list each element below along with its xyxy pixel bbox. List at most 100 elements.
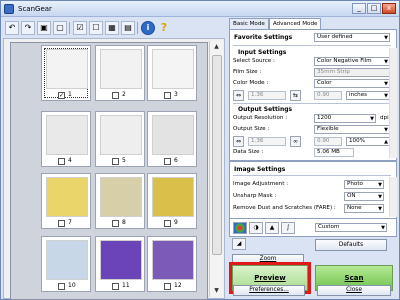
settings-scrollbar[interactable] <box>389 48 397 158</box>
favorite-settings-select[interactable]: User defined ▼ <box>314 33 390 42</box>
remove-dust-label: Remove Dust and Scratches (FARE) : <box>233 205 336 211</box>
thumbnail-frame[interactable]: 4 <box>41 111 91 167</box>
thumbnail-image <box>100 240 142 280</box>
thumbnail-frame[interactable]: 7 <box>41 173 91 229</box>
tone-curve-icon[interactable]: ∫ <box>281 222 295 234</box>
image-settings-scrollbar[interactable] <box>389 177 397 217</box>
scroll-down-arrow-icon[interactable]: ▼ <box>210 285 223 297</box>
frame-checkbox[interactable] <box>112 283 119 290</box>
frame-checkbox[interactable]: ✓ <box>58 92 65 99</box>
thumbnail-image <box>100 177 142 217</box>
scroll-up-arrow-icon[interactable]: ▲ <box>210 41 223 53</box>
thumbnail-frame[interactable]: 12 <box>147 236 197 292</box>
maximize-button[interactable]: □ <box>367 3 381 14</box>
select-all-frames-icon[interactable]: ☑ <box>73 20 87 35</box>
help-icon[interactable]: ? <box>157 21 171 35</box>
select-source-select[interactable]: Color Negative Film ▼ <box>314 57 390 66</box>
brightness-contrast-icon[interactable]: ◑ <box>249 222 263 234</box>
defaults-button[interactable]: Defaults <box>315 239 387 251</box>
thumbnail-pane: ✓ 1 2 3 4 5 6 7 8 9 10 11 12 ▲ ▼ <box>3 38 225 300</box>
auto-crop-icon[interactable]: ▣ <box>37 20 51 35</box>
thumbnail-view-icon[interactable]: ▤ <box>121 20 135 35</box>
crop-arrows-icon: ⇔ <box>233 90 244 101</box>
frame-number: 3 <box>174 91 178 98</box>
select-frame-icon[interactable]: ▦ <box>105 20 119 35</box>
thumbnail-frame[interactable]: 8 <box>95 173 145 229</box>
film-size-label: Film Size : <box>233 69 262 75</box>
thumbnail-frame[interactable]: 9 <box>147 173 197 229</box>
unit-select[interactable]: inches ▼ <box>346 91 390 100</box>
dpi-label: dpi <box>380 115 389 121</box>
window-title: ScanGear <box>18 4 52 13</box>
toolbar: ↶ ↷ ▣ ▢ ☑ ☐ ▦ ▤ i ? <box>3 18 225 37</box>
unsharp-mask-select[interactable]: ON ▼ <box>344 192 384 201</box>
frame-checkbox[interactable] <box>164 220 171 227</box>
close-window-button[interactable]: x <box>382 3 396 14</box>
preferences-button[interactable]: Preferences... <box>233 285 305 296</box>
tab-basic-mode[interactable]: Basic Mode <box>229 18 269 29</box>
input-settings-header: Input Settings <box>238 49 287 56</box>
thumbnail-frame[interactable]: 2 <box>95 45 145 101</box>
custom-select[interactable]: Custom ▼ <box>315 223 387 232</box>
frame-checkbox[interactable] <box>112 158 119 165</box>
favorite-settings-label: Favorite Settings <box>234 34 293 41</box>
scale-field[interactable]: 100% ▲ <box>346 137 390 146</box>
color-balance-icon[interactable] <box>233 222 247 234</box>
threshold-icon[interactable]: ◢ <box>232 238 246 250</box>
clear-all-frames-icon[interactable]: ☐ <box>89 20 103 35</box>
output-width-field[interactable]: 1.36 <box>248 137 286 146</box>
frame-checkbox[interactable] <box>58 220 65 227</box>
frame-number: 11 <box>122 282 130 289</box>
select-source-label: Select Source : <box>233 58 275 64</box>
thumbnail-frame[interactable]: 10 <box>41 236 91 292</box>
output-height-field[interactable]: 0.90 <box>314 137 342 146</box>
frame-checkbox[interactable] <box>58 158 65 165</box>
thumbnail-frame[interactable]: 11 <box>95 236 145 292</box>
thumbnail-image <box>46 240 88 280</box>
output-size-select[interactable]: Flexible ▼ <box>314 125 390 134</box>
vertical-scrollbar[interactable]: ▲ ▼ <box>209 41 223 297</box>
thumbnail-frame[interactable]: 6 <box>147 111 197 167</box>
scroll-thumb[interactable] <box>212 55 222 255</box>
thumbnail-frame[interactable]: 3 <box>147 45 197 101</box>
frame-checkbox[interactable] <box>164 283 171 290</box>
input-height-field[interactable]: 0.90 <box>314 91 342 100</box>
frame-checkbox[interactable] <box>112 92 119 99</box>
thumbnail-image <box>152 115 194 155</box>
frame-checkbox[interactable] <box>58 283 65 290</box>
image-adjustment-select[interactable]: Photo ▼ <box>344 180 384 189</box>
minimize-button[interactable]: _ <box>352 3 366 14</box>
chain-link-icon[interactable]: ∞ <box>290 136 301 147</box>
thumbnail-image <box>46 115 88 155</box>
frame-checkbox[interactable] <box>164 158 171 165</box>
rotate-right-icon[interactable]: ↷ <box>21 20 35 35</box>
frame-number: 4 <box>68 157 72 164</box>
frame-number: 8 <box>122 219 126 226</box>
output-resolution-select[interactable]: 1200 ▼ <box>314 114 376 123</box>
histogram-icon[interactable]: ▲ <box>265 222 279 234</box>
data-size-label: Data Size : <box>233 149 264 155</box>
color-mode-select[interactable]: Color ▼ <box>314 79 390 88</box>
film-size-select: 35mm Strip <box>314 68 390 77</box>
swap-icon[interactable]: ⇆ <box>290 90 301 101</box>
output-resolution-label: Output Resolution : <box>233 115 288 121</box>
frame-number: 2 <box>122 91 126 98</box>
thumbnail-image <box>152 49 194 89</box>
output-arrows-icon: ⇔ <box>233 136 244 147</box>
info-icon[interactable]: i <box>141 20 155 35</box>
clear-crop-icon[interactable]: ▢ <box>53 20 67 35</box>
close-button[interactable]: Close <box>317 285 391 296</box>
output-size-label: Output Size : <box>233 126 270 132</box>
thumbnail-image <box>100 115 142 155</box>
frame-number: 9 <box>174 219 178 226</box>
thumbnail-frame[interactable]: ✓ 1 <box>41 45 91 101</box>
input-width-field[interactable]: 1.36 <box>248 91 286 100</box>
frame-checkbox[interactable] <box>112 220 119 227</box>
frame-number: 1 <box>68 91 72 98</box>
advanced-mode-panel: Favorite Settings User defined ▼ Input Se… <box>229 29 397 237</box>
thumbnail-frame[interactable]: 5 <box>95 111 145 167</box>
rotate-left-icon[interactable]: ↶ <box>5 20 19 35</box>
remove-dust-select[interactable]: None ▼ <box>344 204 384 213</box>
frame-checkbox[interactable] <box>164 92 171 99</box>
color-mode-label: Color Mode : <box>233 80 269 86</box>
